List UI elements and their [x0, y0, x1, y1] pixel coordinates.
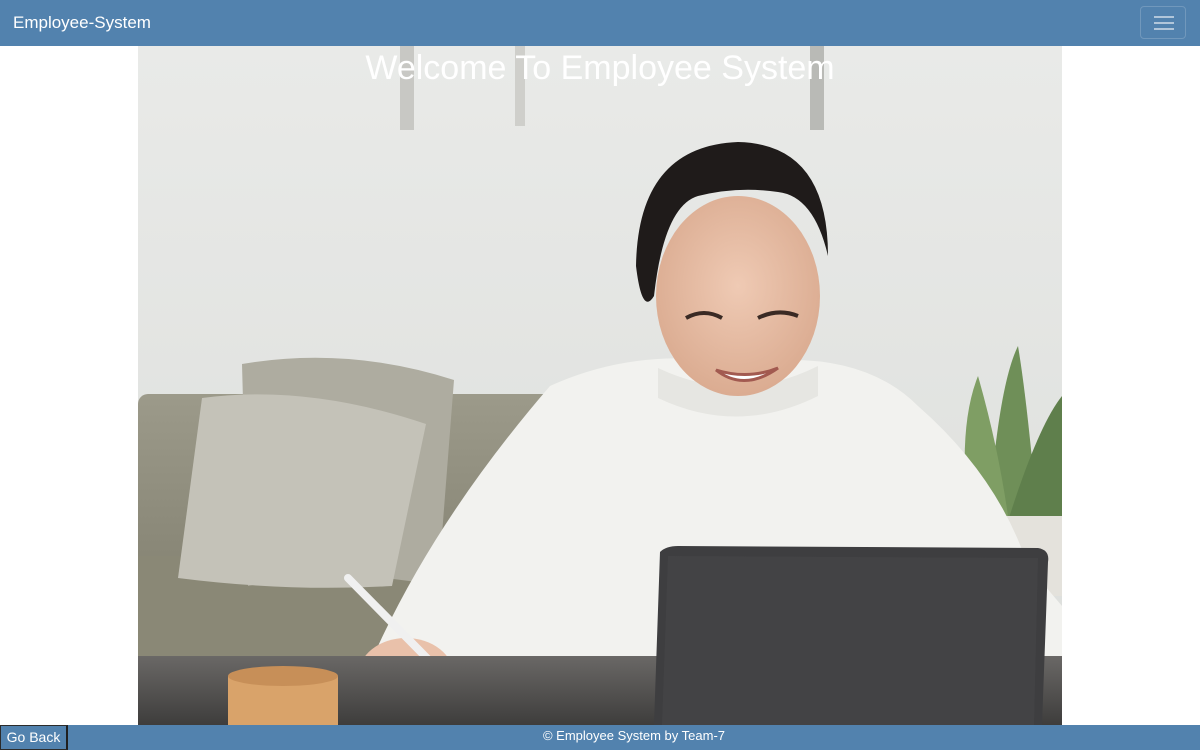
footer: © Employee System by Team-7 Go Back — [0, 725, 1200, 750]
hero-image — [138, 46, 1062, 725]
top-navbar: Employee-System — [0, 0, 1200, 46]
brand-link[interactable]: Employee-System — [13, 13, 151, 33]
menu-toggle-button[interactable] — [1140, 6, 1186, 39]
go-back-button[interactable]: Go Back — [0, 725, 68, 750]
copyright-text: © Employee System by Team-7 — [542, 728, 726, 743]
hero-title: Welcome To Employee System — [365, 49, 835, 87]
woman-at-laptop-photo — [138, 46, 1062, 725]
